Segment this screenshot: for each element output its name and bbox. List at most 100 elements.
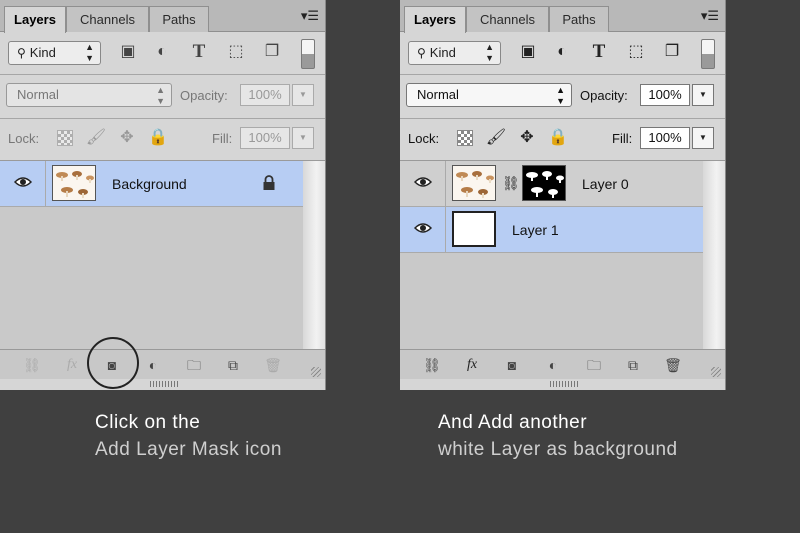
- trash-icon[interactable]: 🗑: [662, 356, 684, 374]
- filter-toggle[interactable]: [301, 39, 315, 69]
- layer-name: Background: [112, 176, 187, 192]
- scrollbar[interactable]: [303, 161, 325, 349]
- adjustment-filter-icon[interactable]: ◐: [152, 42, 172, 62]
- new-group-icon[interactable]: 🗀: [183, 356, 205, 374]
- smart-object-filter-icon[interactable]: ❐: [262, 42, 282, 62]
- tab-layers[interactable]: Layers: [4, 6, 66, 33]
- up-down-arrows-icon: ▲ ▼: [556, 85, 565, 106]
- fill-dropdown-icon[interactable]: ▼: [292, 127, 314, 149]
- lock-all-icon[interactable]: 🔒: [547, 127, 569, 149]
- caption-left-sub: Add Layer Mask icon: [95, 439, 282, 460]
- filter-kind-select[interactable]: ⚲ Kind ▲ ▼: [8, 41, 101, 65]
- layers-panel-after: Layers Channels Paths ▾☰ ⚲ Kind ▲ ▼ ▣ ◐ T …: [400, 0, 726, 390]
- fx-icon[interactable]: fx: [461, 356, 483, 374]
- lock-position-icon[interactable]: ✥: [516, 127, 538, 149]
- add-layer-mask-icon[interactable]: ◙: [501, 356, 523, 374]
- layer-mask-thumbnail[interactable]: [522, 165, 566, 201]
- opacity-label: Opacity:: [180, 88, 228, 103]
- adjustment-layer-icon[interactable]: ◐: [142, 356, 164, 374]
- lock-transparent-icon[interactable]: [54, 127, 76, 149]
- pixel-filter-icon[interactable]: ▣: [518, 42, 538, 62]
- blend-mode-select[interactable]: Normal ▲ ▼: [406, 83, 572, 107]
- chain-link-icon[interactable]: ⛓: [502, 175, 520, 192]
- lock-image-icon[interactable]: 🖌: [485, 127, 507, 149]
- filter-toggle[interactable]: [701, 39, 715, 69]
- fill-field[interactable]: 100%: [640, 127, 690, 149]
- opacity-field[interactable]: 100%: [240, 84, 290, 106]
- opacity-dropdown-icon[interactable]: ▼: [292, 84, 314, 106]
- up-down-arrows-icon: ▲ ▼: [156, 85, 165, 106]
- lock-label: Lock:: [408, 131, 440, 146]
- visibility-cell[interactable]: [400, 207, 446, 252]
- link-layers-icon[interactable]: ⛓: [21, 356, 43, 374]
- tab-layers[interactable]: Layers: [404, 6, 466, 33]
- trash-icon[interactable]: 🗑: [262, 356, 284, 374]
- highlight-circle: [87, 337, 139, 389]
- lock-icon: [263, 175, 275, 190]
- layer-row-layer-0[interactable]: ⛓ Layer 0: [400, 161, 704, 207]
- adjustment-layer-icon[interactable]: ◐: [542, 356, 564, 374]
- lock-transparent-icon[interactable]: [454, 127, 476, 149]
- new-group-icon[interactable]: 🗀: [583, 356, 605, 374]
- resize-grip-icon[interactable]: [311, 367, 321, 377]
- lock-row: Lock: 🖌 ✥ 🔒 Fill: 100% ▼: [0, 118, 325, 161]
- panel-grip-icon[interactable]: [550, 381, 578, 387]
- blend-mode-value: Normal: [417, 87, 459, 102]
- blend-mode-select[interactable]: Normal ▲ ▼: [6, 83, 172, 107]
- fx-icon[interactable]: fx: [61, 356, 83, 374]
- smart-object-filter-icon[interactable]: ❐: [662, 42, 682, 62]
- eye-icon: [414, 177, 432, 187]
- type-filter-icon[interactable]: T: [189, 42, 209, 62]
- lock-image-icon[interactable]: 🖌: [85, 127, 107, 149]
- layer-list: ⛓ Layer 0 Layer 1: [400, 161, 704, 349]
- new-layer-icon[interactable]: ⧉: [222, 356, 244, 374]
- blend-row: Normal ▲ ▼ Opacity: 100% ▼: [400, 74, 725, 119]
- pixel-filter-icon[interactable]: ▣: [118, 42, 138, 62]
- scrollbar[interactable]: [703, 161, 725, 349]
- panel-menu-icon[interactable]: ▾☰: [701, 8, 719, 24]
- lock-row: Lock: 🖌 ✥ 🔒 Fill: 100% ▼: [400, 118, 725, 161]
- panel-tab-bar: Layers Channels Paths ▾☰: [0, 0, 325, 33]
- visibility-cell[interactable]: [0, 161, 46, 206]
- shape-filter-icon[interactable]: ⬚: [626, 42, 646, 62]
- new-layer-icon[interactable]: ⧉: [622, 356, 644, 374]
- layer-row-layer-1[interactable]: Layer 1: [400, 207, 704, 253]
- shape-filter-icon[interactable]: ⬚: [226, 42, 246, 62]
- link-layers-icon[interactable]: ⛓: [421, 356, 443, 374]
- fill-dropdown-icon[interactable]: ▼: [692, 127, 714, 149]
- adjustment-filter-icon[interactable]: ◐: [552, 42, 572, 62]
- fill-field[interactable]: 100%: [240, 127, 290, 149]
- fill-label: Fill:: [612, 131, 633, 146]
- panel-menu-icon[interactable]: ▾☰: [301, 8, 319, 24]
- layers-panel-before: Layers Channels Paths ▾☰ ⚲ Kind ▲ ▼ ▣ ◐ T …: [0, 0, 326, 390]
- mushroom-image-icon: [453, 166, 495, 200]
- opacity-dropdown-icon[interactable]: ▼: [692, 84, 714, 106]
- tab-channels[interactable]: Channels: [66, 6, 149, 32]
- lock-all-icon[interactable]: 🔒: [147, 127, 169, 149]
- bottom-toolbar: ⛓ fx ◙ ◐ 🗀 ⧉ 🗑: [0, 349, 325, 379]
- mushroom-image-icon: [53, 166, 95, 200]
- bottom-toolbar: ⛓ fx ◙ ◐ 🗀 ⧉ 🗑: [400, 349, 725, 379]
- tab-channels[interactable]: Channels: [466, 6, 549, 32]
- type-filter-icon[interactable]: T: [589, 42, 609, 62]
- filter-kind-label: Kind: [429, 45, 456, 60]
- lock-label: Lock:: [8, 131, 40, 146]
- opacity-field[interactable]: 100%: [640, 84, 690, 106]
- tab-paths[interactable]: Paths: [549, 6, 609, 32]
- panel-grip-icon[interactable]: [150, 381, 178, 387]
- resize-grip-icon[interactable]: [711, 367, 721, 377]
- caption-right-sub: white Layer as background: [438, 439, 678, 460]
- fill-label: Fill:: [212, 131, 233, 146]
- eye-icon: [414, 223, 432, 233]
- lock-position-icon[interactable]: ✥: [116, 127, 138, 149]
- layer-name: Layer 1: [512, 222, 559, 238]
- tab-paths[interactable]: Paths: [149, 6, 209, 32]
- caption-left-title: Click on the: [95, 412, 201, 433]
- visibility-cell[interactable]: [400, 161, 446, 206]
- layer-row-background[interactable]: Background: [0, 161, 304, 207]
- layer-thumbnail: [52, 165, 96, 201]
- up-down-arrows-icon: ▲ ▼: [485, 42, 494, 63]
- filter-kind-select[interactable]: ⚲ Kind ▲ ▼: [408, 41, 501, 65]
- layer-thumbnail: [452, 211, 496, 247]
- mask-shapes-icon: [523, 166, 565, 200]
